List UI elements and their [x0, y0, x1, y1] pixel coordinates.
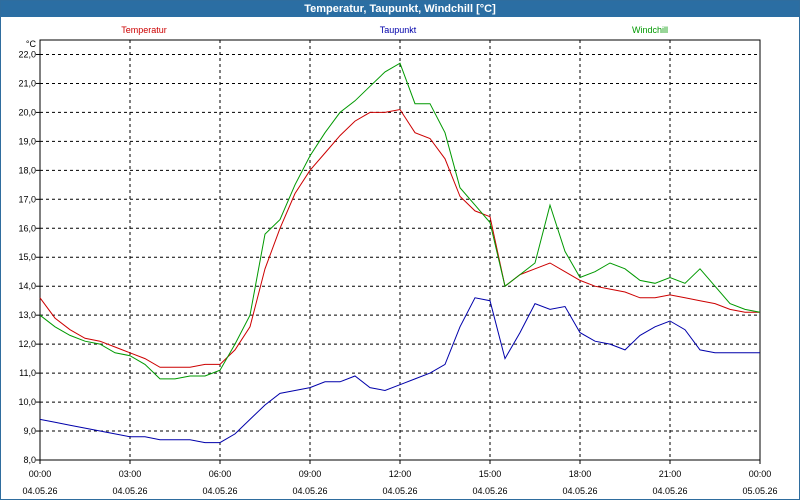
x-tick-time-label: 06:00 [209, 469, 232, 479]
x-tick-date-label: 04.05.26 [382, 486, 417, 496]
grid [40, 40, 760, 461]
y-tick-label: 11,0 [19, 368, 36, 378]
y-tick-label: 9,0 [23, 426, 36, 436]
x-tick-date-label: 04.05.26 [652, 486, 687, 496]
y-tick-label: 17,0 [18, 194, 36, 204]
y-axis: 22,0 21,0 20,0 19,0 18,0 17,0 16,0 15,0 14,0 13,0… [18, 39, 40, 465]
y-tick-label: 14,0 [18, 281, 36, 291]
legend-entry-taupunkt: Taupunkt [380, 25, 417, 35]
x-tick-date-label: 04.05.26 [472, 486, 507, 496]
y-tick-label: 12,0 [18, 339, 36, 349]
x-tick-time-label: 09:00 [299, 469, 322, 479]
y-tick-label: 13,0 [18, 310, 36, 320]
y-tick-label: 15,0 [18, 252, 36, 262]
line-chart: 22,0 21,0 20,0 19,0 18,0 17,0 16,0 15,0 14,0 13,0… [18, 25, 778, 496]
x-tick-date-label: 05.05.26 [742, 486, 777, 496]
x-tick-date-label: 04.05.26 [292, 486, 327, 496]
x-tick-date-label: 04.05.26 [202, 486, 237, 496]
x-tick-time-label: 00:00 [749, 469, 772, 479]
y-tick-label: 19,0 [18, 136, 36, 146]
y-tick-label: 18,0 [18, 165, 36, 175]
x-tick-time-label: 03:00 [119, 469, 142, 479]
y-tick-label: 21,0 [18, 78, 36, 88]
x-tick-time-label: 18:00 [569, 469, 592, 479]
x-tick-date-label: 04.05.26 [562, 486, 597, 496]
y-tick-label: 22,0 [18, 49, 36, 59]
legend-entry-windchill: Windchill [632, 25, 668, 35]
x-axis: 00:00 04.05.26 03:00 04.05.26 06:00 04.05.26 0… [22, 460, 778, 496]
x-tick-time-label: 12:00 [389, 469, 412, 479]
legend: Temperatur Taupunkt Windchill [121, 25, 668, 35]
y-tick-label: 8,0 [23, 455, 36, 465]
x-tick-date-label: 04.05.26 [112, 486, 147, 496]
y-tick-label: 20,0 [18, 107, 36, 117]
y-tick-label: 16,0 [18, 223, 36, 233]
x-tick-date-label: 04.05.26 [22, 486, 57, 496]
legend-entry-temperatur: Temperatur [121, 25, 167, 35]
x-tick-time-label: 21:00 [659, 469, 682, 479]
y-axis-label: °C [26, 39, 37, 49]
x-tick-time-label: 00:00 [29, 469, 52, 479]
y-tick-label: 10,0 [18, 397, 36, 407]
x-tick-time-label: 15:00 [479, 469, 502, 479]
